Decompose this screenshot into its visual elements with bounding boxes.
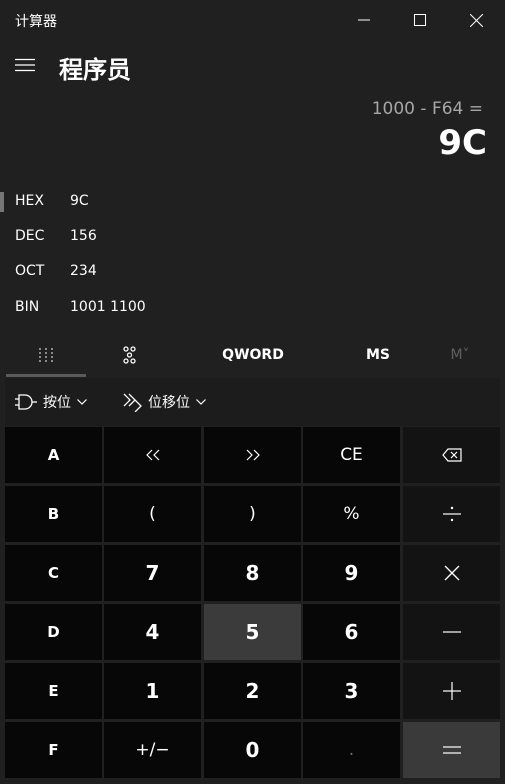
double-chevron-left-icon — [145, 449, 159, 461]
radix-value: 1001 1100 — [70, 299, 146, 315]
keypad: A CE B ( ) % C 7 8 9 D 4 5 6 E 1 2 3 F +… — [5, 427, 501, 782]
minus-icon — [442, 631, 461, 633]
result-display: 9C — [438, 123, 487, 163]
radix-value: 156 — [70, 228, 97, 244]
selected-indicator — [0, 192, 4, 212]
key-equals[interactable] — [403, 722, 500, 778]
mode-title: 程序员 — [59, 56, 131, 84]
radix-row-bin[interactable]: BIN 1001 1100 — [0, 292, 505, 324]
keypad-pivot: QWORD MS M˅ — [0, 337, 505, 377]
key-6[interactable]: 6 — [303, 604, 400, 660]
key-9[interactable]: 9 — [303, 545, 400, 601]
radix-name: BIN — [15, 299, 40, 315]
key-7[interactable]: 7 — [104, 545, 201, 601]
bitwise-label: 按位 — [43, 395, 71, 411]
maximize-button[interactable] — [392, 0, 448, 40]
radix-row-hex[interactable]: HEX 9C — [0, 186, 505, 218]
key-divide[interactable] — [403, 486, 500, 542]
close-icon — [469, 13, 483, 27]
radix-row-oct[interactable]: OCT 234 — [0, 256, 505, 288]
full-keypad-icon — [39, 348, 53, 362]
key-decimal[interactable]: . — [303, 722, 400, 778]
key-percent[interactable]: % — [303, 486, 400, 542]
bitwise-bar: 按位 位移位 — [5, 378, 500, 426]
backspace-icon — [441, 448, 462, 462]
key-f[interactable]: F — [5, 722, 102, 778]
bit-toggle-keypad-icon — [123, 346, 136, 364]
key-4[interactable]: 4 — [104, 604, 201, 660]
key-2[interactable]: 2 — [204, 663, 301, 719]
title-bar: 计算器 — [0, 0, 505, 40]
word-size-button[interactable]: QWORD — [203, 337, 303, 373]
bit-shift-icon — [123, 393, 142, 412]
key-add[interactable] — [403, 663, 500, 719]
hamburger-menu-icon — [15, 58, 35, 72]
key-b[interactable]: B — [5, 486, 102, 542]
key-multiply[interactable] — [403, 545, 500, 601]
radix-row-dec[interactable]: DEC 156 — [0, 221, 505, 253]
key-ce[interactable]: CE — [303, 427, 400, 483]
minimize-icon — [358, 19, 370, 21]
equals-icon — [442, 746, 461, 754]
close-button[interactable] — [448, 0, 504, 40]
pivot-selected-underline — [6, 374, 86, 377]
memory-recall-button[interactable]: M˅ — [435, 337, 485, 373]
minimize-button[interactable] — [336, 0, 392, 40]
key-1[interactable]: 1 — [104, 663, 201, 719]
key-c[interactable]: C — [5, 545, 102, 601]
memory-store-button[interactable]: MS — [348, 337, 408, 373]
divide-icon — [442, 506, 461, 522]
key-backspace[interactable] — [403, 427, 500, 483]
key-3[interactable]: 3 — [303, 663, 400, 719]
window-title: 计算器 — [15, 14, 57, 30]
full-keypad-tab[interactable] — [6, 337, 86, 373]
bit-shift-dropdown[interactable]: 位移位 — [122, 378, 206, 426]
radix-value: 9C — [70, 193, 89, 209]
key-open-paren[interactable]: ( — [104, 486, 201, 542]
key-0[interactable]: 0 — [204, 722, 301, 778]
key-e[interactable]: E — [5, 663, 102, 719]
radix-name: OCT — [15, 263, 45, 279]
key-negate[interactable]: +/− — [104, 722, 201, 778]
key-right-shift[interactable] — [204, 427, 301, 483]
double-chevron-right-icon — [246, 449, 260, 461]
radix-name: HEX — [15, 193, 44, 209]
key-a[interactable]: A — [5, 427, 102, 483]
key-5[interactable]: 5 — [204, 604, 301, 660]
key-close-paren[interactable]: ) — [204, 486, 301, 542]
app-header: 程序员 — [0, 44, 505, 88]
bit-toggle-tab[interactable] — [90, 337, 170, 373]
multiply-icon — [444, 565, 459, 581]
chevron-down-icon — [77, 399, 87, 405]
bit-shift-label: 位移位 — [148, 395, 190, 411]
radix-name: DEC — [15, 228, 45, 244]
plus-icon — [442, 682, 461, 700]
expression-display: 1000 - F64 = — [371, 99, 483, 119]
bitwise-dropdown[interactable]: 按位 — [15, 378, 87, 426]
key-subtract[interactable] — [403, 604, 500, 660]
radix-value: 234 — [70, 263, 97, 279]
key-8[interactable]: 8 — [204, 545, 301, 601]
key-left-shift[interactable] — [104, 427, 201, 483]
logic-gate-icon — [15, 394, 37, 410]
chevron-down-icon — [196, 399, 206, 405]
menu-button[interactable] — [12, 52, 38, 78]
key-d[interactable]: D — [5, 604, 102, 660]
maximize-icon — [414, 14, 426, 26]
